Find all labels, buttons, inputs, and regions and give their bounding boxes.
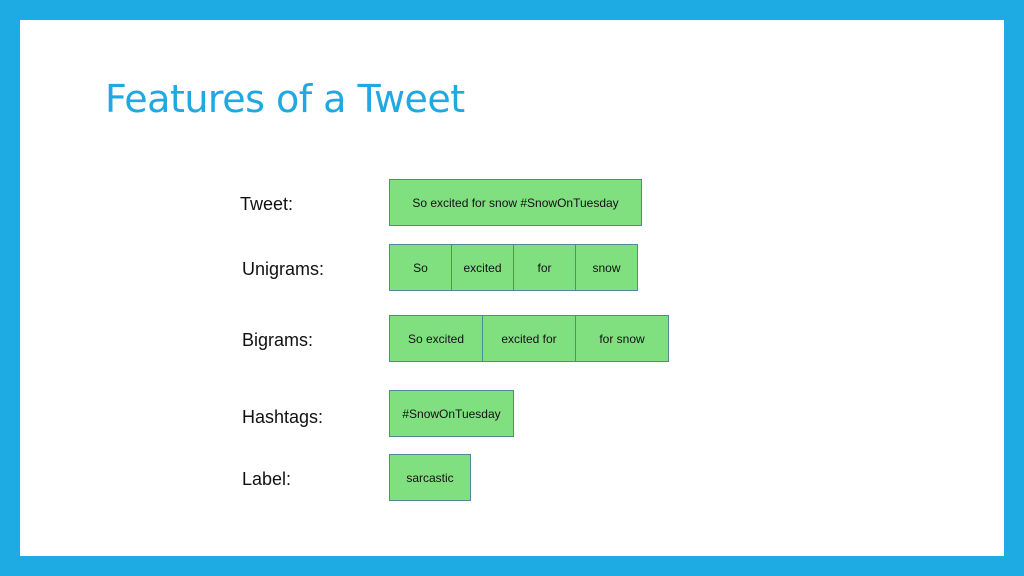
- unigram-box: for: [513, 244, 576, 291]
- tweet-text-box: So excited for snow #SnowOnTuesday: [389, 179, 642, 226]
- hashtag-box: #SnowOnTuesday: [389, 390, 514, 437]
- bigram-box: for snow: [575, 315, 669, 362]
- hashtags-row-label: Hashtags:: [242, 407, 324, 427]
- label-row-label: Label:: [242, 469, 292, 489]
- bigrams-row-label: Bigrams:: [242, 330, 314, 350]
- bigram-box: So excited: [389, 315, 483, 362]
- tweet-row-label: Tweet:: [240, 194, 294, 214]
- slide: Features of a Tweet Tweet: So excited fo…: [20, 20, 1004, 556]
- slide-title: Features of a Tweet: [105, 77, 465, 121]
- unigram-box: So: [389, 244, 452, 291]
- unigram-box: excited: [451, 244, 514, 291]
- bigrams-box-row: So excited excited for for snow: [389, 315, 669, 362]
- label-value-box: sarcastic: [389, 454, 471, 501]
- bigram-box: excited for: [482, 315, 576, 362]
- unigrams-row-label: Unigrams:: [242, 259, 325, 279]
- unigram-box: snow: [575, 244, 638, 291]
- unigrams-box-row: So excited for snow: [389, 244, 638, 291]
